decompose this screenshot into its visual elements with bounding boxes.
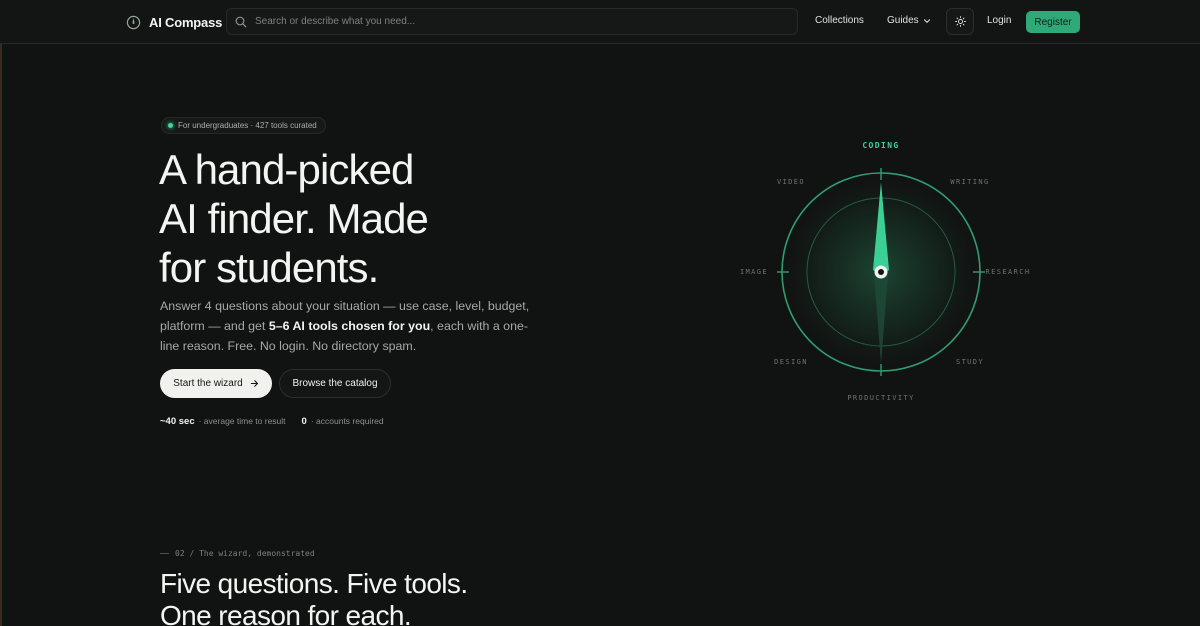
- stat-accounts-label: · accounts required: [310, 416, 384, 426]
- headline-line-1: A hand-picked: [159, 146, 414, 193]
- compass-illustration: CODING VIDEO WRITING IMAGE RESEARCH DESI…: [736, 134, 1036, 410]
- section-title-line-2: One reason for each.: [160, 600, 412, 626]
- nav-collections-label: Collections: [815, 15, 864, 26]
- section-label: 02 / The wizard, demonstrated: [160, 549, 315, 558]
- start-wizard-label: Start the wizard: [173, 378, 243, 389]
- badge-text: For undergraduates · 427 tools curated: [178, 121, 317, 130]
- compass-label-bottom-right: STUDY: [956, 358, 984, 366]
- search-icon: [235, 16, 247, 27]
- nav-collections-link[interactable]: Collections: [815, 15, 864, 26]
- section-label-text: 02 / The wizard, demonstrated: [175, 549, 315, 558]
- login-label: Login: [987, 15, 1012, 26]
- chevron-down-icon: [923, 18, 930, 23]
- stat-time-value: ~40 sec: [160, 416, 195, 427]
- section-title-line-1: Five questions. Five tools.: [160, 568, 468, 599]
- logo-link[interactable]: AI Compass: [126, 13, 222, 31]
- status-dot: [168, 123, 173, 128]
- search-input[interactable]: [255, 16, 797, 27]
- compass-svg: CODING VIDEO WRITING IMAGE RESEARCH DESI…: [740, 141, 1031, 402]
- browse-catalog-button[interactable]: Browse the catalog: [279, 369, 391, 398]
- compass-label-bottom-left: DESIGN: [774, 358, 808, 366]
- compass-label-top-right: WRITING: [950, 178, 989, 186]
- nav-guides-dropdown[interactable]: Guides: [887, 15, 931, 26]
- compass-label-top-left: VIDEO: [777, 178, 805, 186]
- audience-badge: For undergraduates · 427 tools curated: [161, 117, 326, 134]
- stat-accounts-value: 0: [301, 416, 307, 427]
- section-title: Five questions. Five tools. One reason f…: [160, 568, 600, 626]
- page: AI Compass Collections Guides: [0, 0, 1200, 626]
- hero-stats: ~40 sec · average time to result 0 · acc…: [160, 416, 384, 427]
- hero-headline: A hand-picked AI finder. Made for studen…: [159, 145, 579, 292]
- logo-text: AI Compass: [149, 14, 223, 30]
- hero-subtitle: Answer 4 questions about your situation …: [160, 296, 530, 356]
- compass-logo-icon: [126, 15, 141, 29]
- top-nav: AI Compass Collections Guides: [0, 0, 1200, 44]
- compass-pivot-center: [878, 269, 884, 275]
- section-dash: [160, 553, 169, 554]
- nav-guides-label: Guides: [887, 15, 919, 26]
- compass-label-bottom: PRODUCTIVITY: [847, 394, 914, 402]
- stat-time-label: · average time to result: [198, 416, 286, 426]
- arrow-right-icon: [250, 380, 258, 387]
- compass-label-left: IMAGE: [740, 268, 768, 276]
- search-box[interactable]: [226, 8, 798, 35]
- headline-line-2: AI finder. Made: [159, 195, 429, 242]
- sun-icon: [954, 16, 966, 27]
- subtitle-highlight: 5–6 AI tools chosen for you: [268, 319, 431, 333]
- start-wizard-button[interactable]: Start the wizard: [160, 369, 272, 398]
- browse-catalog-label: Browse the catalog: [292, 378, 378, 389]
- window-edge: [0, 0, 2, 626]
- theme-toggle-button[interactable]: [946, 8, 974, 35]
- headline-line-3: for students.: [159, 244, 379, 291]
- compass-label-right: RESEARCH: [986, 268, 1031, 276]
- register-button[interactable]: Register: [1026, 11, 1080, 33]
- login-link[interactable]: Login: [987, 15, 1011, 26]
- compass-label-top: CODING: [862, 141, 899, 150]
